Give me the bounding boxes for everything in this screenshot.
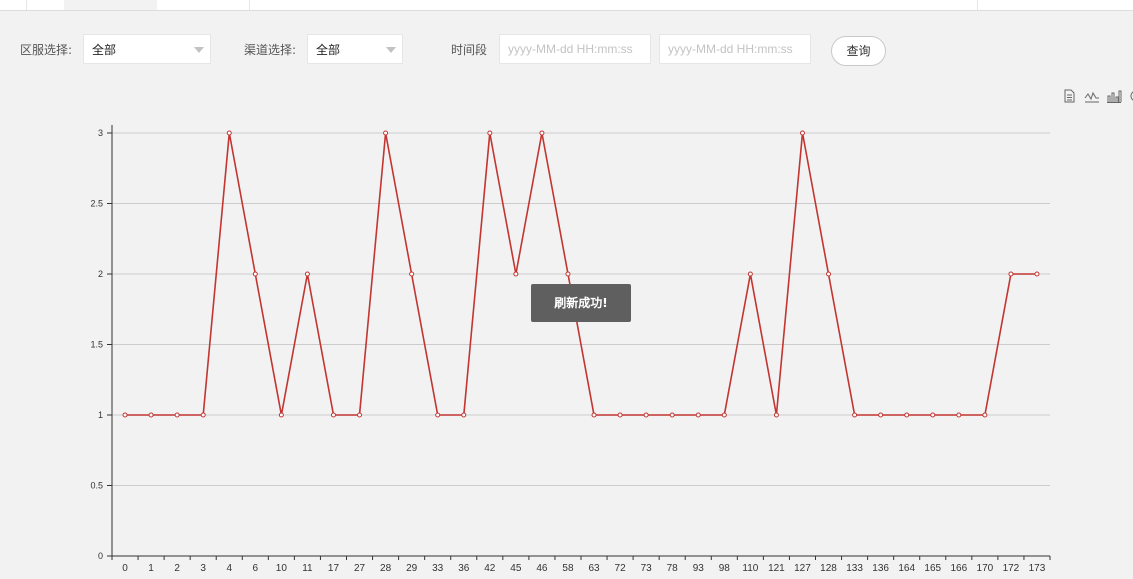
x-tick-label: 172 bbox=[1003, 563, 1020, 574]
x-tick-label: 45 bbox=[510, 563, 522, 574]
y-tick-label: 1.5 bbox=[90, 340, 103, 350]
x-tick-label: 63 bbox=[588, 563, 600, 574]
y-tick-label: 2.5 bbox=[90, 199, 103, 209]
data-point bbox=[278, 412, 284, 418]
data-point bbox=[747, 271, 753, 277]
data-point bbox=[174, 412, 180, 418]
data-point bbox=[513, 271, 519, 277]
x-tick-label: 11 bbox=[302, 563, 313, 574]
data-point bbox=[878, 412, 884, 418]
x-tick-label: 72 bbox=[615, 563, 627, 574]
data-point bbox=[982, 412, 988, 418]
data-point bbox=[1034, 271, 1040, 277]
x-tick-label: 93 bbox=[693, 563, 705, 574]
data-point bbox=[591, 412, 597, 418]
data-point bbox=[773, 412, 779, 418]
data-point bbox=[669, 412, 675, 418]
data-point bbox=[695, 412, 701, 418]
x-tick-label: 133 bbox=[846, 563, 863, 574]
data-point bbox=[852, 412, 858, 418]
x-tick-label: 98 bbox=[719, 563, 731, 574]
data-point bbox=[122, 412, 128, 418]
y-tick-label: 2 bbox=[98, 269, 103, 279]
data-point bbox=[956, 412, 962, 418]
y-tick-label: 3 bbox=[98, 128, 103, 138]
x-tick-label: 121 bbox=[768, 563, 785, 574]
x-tick-label: 2 bbox=[174, 563, 180, 574]
data-point bbox=[565, 271, 571, 277]
x-tick-label: 164 bbox=[898, 563, 915, 574]
data-point bbox=[721, 412, 727, 418]
x-tick-label: 165 bbox=[924, 563, 941, 574]
x-tick-label: 29 bbox=[406, 563, 418, 574]
x-tick-label: 36 bbox=[458, 563, 470, 574]
x-tick-label: 42 bbox=[484, 563, 496, 574]
data-point bbox=[1008, 271, 1014, 277]
x-tick-label: 17 bbox=[328, 563, 340, 574]
x-tick-label: 33 bbox=[432, 563, 444, 574]
data-point bbox=[148, 412, 154, 418]
x-tick-label: 166 bbox=[950, 563, 967, 574]
data-point bbox=[226, 130, 232, 136]
x-tick-label: 173 bbox=[1029, 563, 1046, 574]
data-point bbox=[435, 412, 441, 418]
x-tick-label: 110 bbox=[742, 563, 758, 574]
data-point bbox=[539, 130, 545, 136]
data-point bbox=[357, 412, 363, 418]
data-point bbox=[930, 412, 936, 418]
y-tick-label: 0.5 bbox=[90, 481, 103, 491]
data-point bbox=[330, 412, 336, 418]
data-point bbox=[461, 412, 467, 418]
x-tick-label: 4 bbox=[226, 563, 232, 574]
x-tick-label: 1 bbox=[148, 563, 154, 574]
data-point bbox=[617, 412, 623, 418]
x-tick-label: 28 bbox=[380, 563, 392, 574]
data-point bbox=[409, 271, 415, 277]
toast-message: 刷新成功! bbox=[531, 284, 631, 322]
x-tick-label: 73 bbox=[641, 563, 653, 574]
data-point bbox=[200, 412, 206, 418]
x-tick-label: 46 bbox=[536, 563, 548, 574]
data-point bbox=[904, 412, 910, 418]
y-tick-label: 1 bbox=[98, 410, 103, 420]
x-tick-label: 58 bbox=[562, 563, 574, 574]
x-tick-label: 170 bbox=[977, 563, 994, 574]
x-tick-label: 0 bbox=[122, 563, 128, 574]
x-tick-label: 3 bbox=[200, 563, 206, 574]
data-point bbox=[487, 130, 493, 136]
data-point bbox=[643, 412, 649, 418]
data-point bbox=[826, 271, 832, 277]
x-tick-label: 10 bbox=[276, 563, 288, 574]
x-tick-label: 78 bbox=[667, 563, 679, 574]
data-point bbox=[304, 271, 310, 277]
x-tick-label: 127 bbox=[794, 563, 811, 574]
x-tick-label: 6 bbox=[253, 563, 259, 574]
x-tick-label: 136 bbox=[872, 563, 889, 574]
x-tick-label: 128 bbox=[820, 563, 837, 574]
data-point bbox=[252, 271, 258, 277]
data-point bbox=[383, 130, 389, 136]
x-tick-label: 27 bbox=[354, 563, 366, 574]
y-tick-label: 0 bbox=[98, 551, 103, 561]
data-point bbox=[799, 130, 805, 136]
